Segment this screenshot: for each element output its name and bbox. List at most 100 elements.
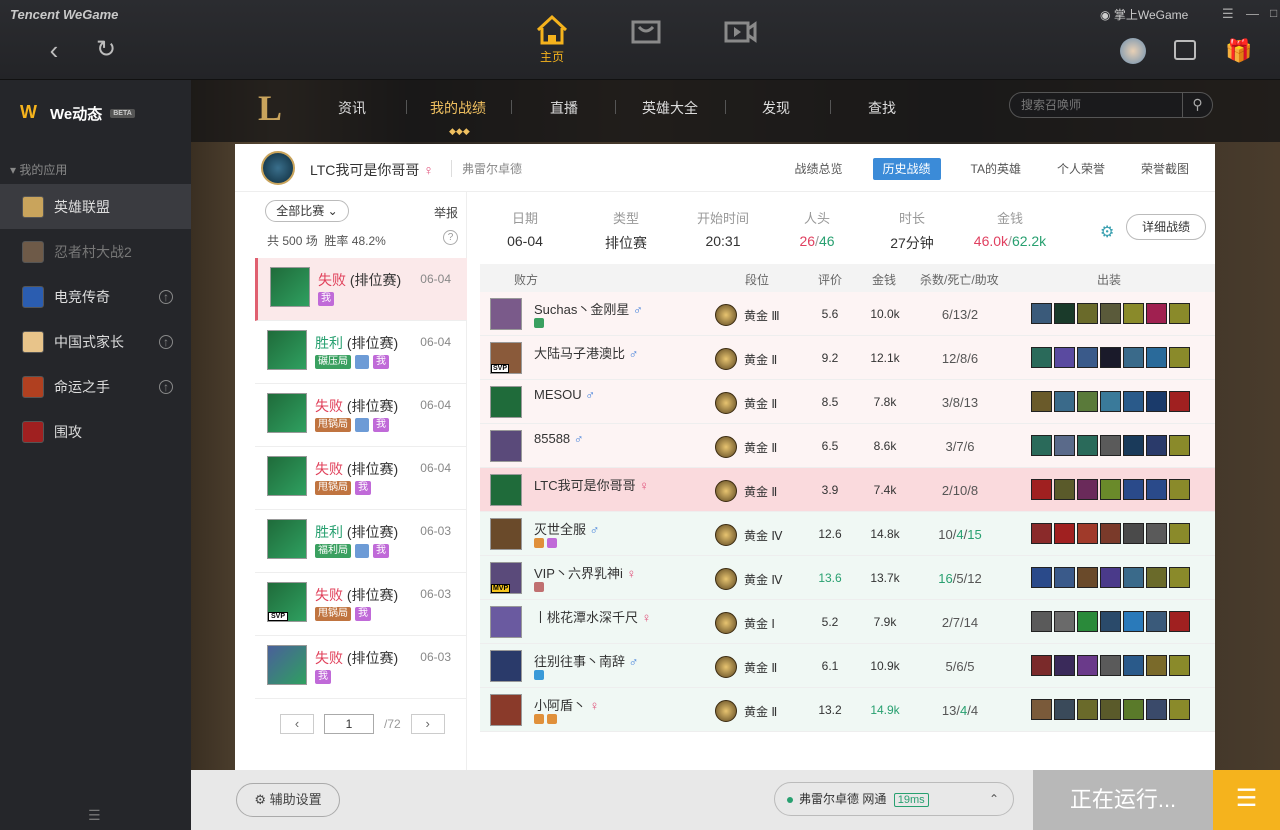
lol-tab-heroes[interactable]: 英雄大全 — [642, 98, 698, 118]
item-icon[interactable] — [1100, 699, 1121, 720]
item-icon[interactable] — [1123, 347, 1144, 368]
match-list-item[interactable]: 失败 (排位赛) 06-04 我 — [255, 258, 467, 321]
item-icon[interactable] — [1169, 567, 1190, 588]
item-icon[interactable] — [1054, 479, 1075, 500]
item-icon[interactable] — [1100, 435, 1121, 456]
item-icon[interactable] — [1169, 391, 1190, 412]
sidebar-item-app[interactable]: 命运之手 ↑ — [0, 364, 191, 409]
item-icon[interactable] — [1077, 347, 1098, 368]
gift-icon[interactable]: 🎁 — [1225, 38, 1252, 64]
table-row[interactable]: LTC我可是你哥哥 ♀ 黄金 Ⅱ 3.9 7.4k 2/10/8 — [480, 468, 1215, 512]
match-list-item[interactable]: SVP 失败 (排位赛) 06-03 甩锅局我 — [255, 573, 467, 636]
mobile-wegame-link[interactable]: ◉ 掌上WeGame — [1100, 6, 1188, 23]
match-list-item[interactable]: 胜利 (排位赛) 06-03 福利局 我 — [255, 510, 467, 573]
item-icon[interactable] — [1077, 435, 1098, 456]
item-icon[interactable] — [1169, 347, 1190, 368]
item-icon[interactable] — [1146, 567, 1167, 588]
item-icon[interactable] — [1100, 479, 1121, 500]
item-icon[interactable] — [1077, 391, 1098, 412]
item-icon[interactable] — [1123, 699, 1144, 720]
item-icon[interactable] — [1100, 611, 1121, 632]
item-icon[interactable] — [1123, 567, 1144, 588]
item-icon[interactable] — [1077, 303, 1098, 324]
item-icon[interactable] — [1031, 567, 1052, 588]
player-name[interactable]: MESOU ♂ — [534, 387, 595, 402]
nav-home[interactable]: 主页 — [505, 10, 599, 70]
player-name[interactable]: 往别往事丶南辞 ♂ — [534, 651, 638, 670]
tab-honors[interactable]: 个人荣誉 — [1051, 158, 1111, 180]
item-icon[interactable] — [1146, 303, 1167, 324]
detail-records-button[interactable]: 详细战绩 — [1126, 214, 1206, 240]
item-icon[interactable] — [1031, 347, 1052, 368]
running-status-button[interactable]: 正在运行... — [1033, 770, 1213, 830]
item-icon[interactable] — [1146, 655, 1167, 676]
item-icon[interactable] — [1031, 303, 1052, 324]
match-list-item[interactable]: 失败 (排位赛) 06-04 甩锅局我 — [255, 384, 467, 447]
match-list-item[interactable]: 失败 (排位赛) 06-03 我 — [255, 636, 467, 699]
item-icon[interactable] — [1054, 391, 1075, 412]
player-name[interactable]: VIP丶六界乳神i ♀ — [534, 563, 636, 582]
minimize-icon[interactable]: — — [1246, 6, 1259, 21]
tab-overview[interactable]: 战绩总览 — [788, 158, 848, 180]
item-icon[interactable] — [1100, 655, 1121, 676]
item-icon[interactable] — [1031, 523, 1052, 544]
item-icon[interactable] — [1077, 699, 1098, 720]
share-icon[interactable]: ⚙ — [1100, 222, 1120, 242]
menu-icon[interactable]: ☰ — [1222, 6, 1234, 22]
tab-heroes[interactable]: TA的英雄 — [965, 158, 1027, 180]
item-icon[interactable] — [1100, 391, 1121, 412]
maximize-icon[interactable]: □ — [1270, 6, 1277, 20]
item-icon[interactable] — [1123, 611, 1144, 632]
lol-tab-news[interactable]: 资讯 — [338, 98, 366, 118]
message-icon[interactable] — [1174, 40, 1196, 60]
sidebar-item-app[interactable]: 电竞传奇 ↑ — [0, 274, 191, 319]
item-icon[interactable] — [1031, 435, 1052, 456]
item-icon[interactable] — [1169, 611, 1190, 632]
item-icon[interactable] — [1054, 303, 1075, 324]
sidebar-item-app[interactable]: 围攻 — [0, 409, 191, 454]
user-avatar[interactable] — [1120, 38, 1146, 64]
item-icon[interactable] — [1100, 347, 1121, 368]
item-icon[interactable] — [1031, 479, 1052, 500]
prev-page-button[interactable]: ‹ — [280, 714, 314, 734]
item-icon[interactable] — [1123, 435, 1144, 456]
item-icon[interactable] — [1100, 567, 1121, 588]
item-icon[interactable] — [1146, 611, 1167, 632]
server-selector[interactable]: 弗雷尔卓德 网通 19ms ⌃ — [774, 782, 1014, 816]
page-input[interactable]: 1 — [324, 714, 374, 734]
item-icon[interactable] — [1100, 303, 1121, 324]
match-list-item[interactable]: 失败 (排位赛) 06-04 甩锅局我 — [255, 447, 467, 510]
player-name[interactable]: 灭世全服 ♂ — [534, 519, 599, 538]
item-icon[interactable] — [1123, 523, 1144, 544]
item-icon[interactable] — [1169, 523, 1190, 544]
upload-icon[interactable]: ↑ — [159, 289, 173, 304]
item-icon[interactable] — [1054, 655, 1075, 676]
item-icon[interactable] — [1031, 655, 1052, 676]
report-link[interactable]: 举报 — [434, 204, 458, 221]
table-row[interactable]: 小阿盾丶 ♀ 黄金 Ⅱ 13.2 14.9k 13/4/4 — [480, 688, 1215, 732]
table-row[interactable]: 往别往事丶南辞 ♂ 黄金 Ⅱ 6.1 10.9k 5/6/5 — [480, 644, 1215, 688]
search-icon[interactable]: ⚲ — [1182, 93, 1212, 117]
item-icon[interactable] — [1100, 523, 1121, 544]
sidebar-item-app[interactable]: 英雄联盟 — [0, 184, 191, 229]
item-icon[interactable] — [1146, 699, 1167, 720]
item-icon[interactable] — [1031, 391, 1052, 412]
item-icon[interactable] — [1169, 699, 1190, 720]
item-icon[interactable] — [1169, 655, 1190, 676]
tab-screenshots[interactable]: 荣誉截图 — [1135, 158, 1195, 180]
match-filter-dropdown[interactable]: 全部比赛 ⌄ — [265, 200, 349, 222]
item-icon[interactable] — [1123, 655, 1144, 676]
item-icon[interactable] — [1146, 523, 1167, 544]
item-icon[interactable] — [1146, 347, 1167, 368]
player-name[interactable]: 85588 ♂ — [534, 431, 584, 446]
player-name[interactable]: LTC我可是你哥哥 ♀ — [534, 475, 649, 494]
item-icon[interactable] — [1123, 479, 1144, 500]
we-dynamic-header[interactable]: W We动态 BETA — [20, 102, 135, 124]
item-icon[interactable] — [1054, 435, 1075, 456]
next-page-button[interactable]: › — [410, 714, 445, 734]
item-icon[interactable] — [1146, 479, 1167, 500]
my-apps-section[interactable]: ▾ 我的应用 — [10, 161, 67, 178]
upload-icon[interactable]: ↑ — [159, 379, 173, 394]
table-row[interactable]: MVP VIP丶六界乳神i ♀ 黄金 Ⅳ 13.6 13.7k 16/5/12 — [480, 556, 1215, 600]
table-row[interactable]: MESOU ♂ 黄金 Ⅱ 8.5 7.8k 3/8/13 — [480, 380, 1215, 424]
